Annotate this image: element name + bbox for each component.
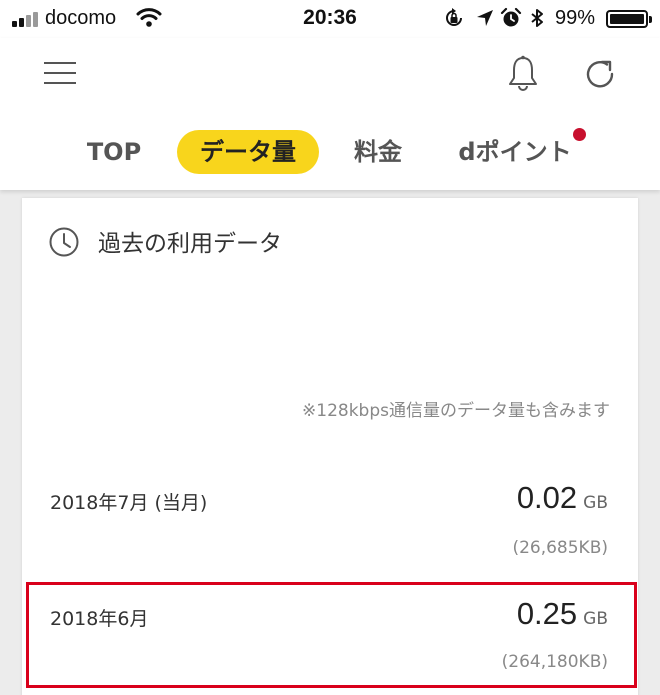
bell-icon[interactable]: [504, 54, 542, 92]
usage-unit: GB: [583, 493, 608, 513]
usage-note: ※128kbps通信量のデータ量も含みます: [302, 401, 610, 421]
bluetooth-icon: [531, 9, 543, 27]
tab-top[interactable]: TOP: [82, 130, 146, 174]
carrier-name: docomo: [45, 7, 117, 29]
month-label: 2018年7月 (当月): [50, 492, 208, 514]
tab-fee[interactable]: 料金: [348, 130, 408, 174]
notification-dot: [573, 128, 586, 141]
usage-kb: (26,685KB): [512, 538, 608, 558]
menu-icon[interactable]: [44, 60, 76, 86]
battery-percent: 99%: [555, 7, 596, 29]
usage-amount: 0.02: [516, 480, 578, 515]
refresh-icon[interactable]: [582, 56, 618, 92]
usage-value: 0.02 GB: [517, 480, 608, 516]
phone-screen: docomo 20:36 99% TOP データ量 料金 dポイント 過去の利用…: [0, 0, 660, 695]
orientation-lock-icon: [446, 8, 462, 26]
wifi-icon: [136, 8, 162, 27]
signal-icon: [12, 9, 42, 27]
location-arrow-icon: [477, 10, 493, 26]
tab-dpoint[interactable]: dポイント: [456, 130, 574, 174]
clock-icon: [49, 227, 79, 257]
status-bar: docomo 20:36 99%: [0, 0, 660, 38]
battery-icon: [606, 10, 652, 28]
app-header: TOP データ量 料金 dポイント: [0, 38, 660, 190]
highlight-box: [26, 582, 637, 688]
card-title: 過去の利用データ: [98, 231, 282, 257]
tab-bar: TOP データ量 料金 dポイント: [0, 130, 660, 174]
tab-data-usage[interactable]: データ量: [177, 130, 319, 174]
alarm-icon: [500, 7, 522, 27]
